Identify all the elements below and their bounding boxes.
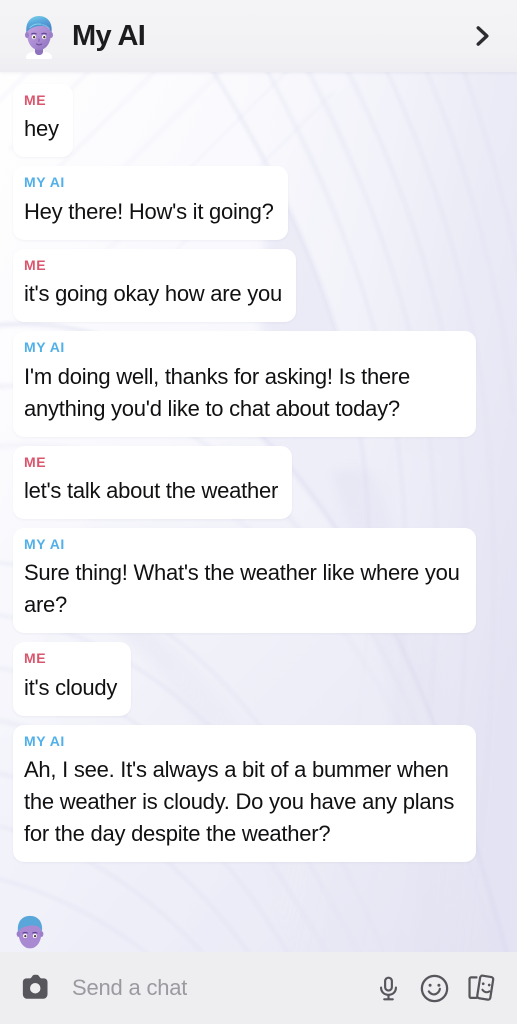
message-text: Ah, I see. It's always a bit of a bummer…: [24, 754, 462, 850]
message-bubble[interactable]: MY AI Ah, I see. It's always a bit of a b…: [13, 725, 476, 862]
message-sender-label: ME: [24, 651, 117, 666]
message-bubble[interactable]: MY AI I'm doing well, thanks for asking! …: [13, 331, 476, 436]
chat-message: MY AI Sure thing! What's the weather like…: [0, 528, 517, 642]
chat-message-list[interactable]: ME hey MY AI Hey there! How's it going? ME it…: [0, 72, 517, 952]
message-text: hey: [24, 113, 59, 145]
message-sender-label: MY AI: [24, 340, 462, 355]
message-sender-label: MY AI: [24, 537, 462, 552]
header-avatar[interactable]: [16, 13, 62, 59]
message-bubble[interactable]: ME hey: [13, 84, 73, 157]
message-text: Sure thing! What's the weather like wher…: [24, 557, 462, 621]
message-text: it's cloudy: [24, 672, 117, 704]
smiley-face-icon[interactable]: [411, 966, 457, 1010]
message-text: Hey there! How's it going?: [24, 196, 274, 228]
chat-input-placeholder: Send a chat: [72, 977, 187, 999]
chat-message: ME it's cloudy: [0, 642, 517, 724]
message-bubble[interactable]: ME it's cloudy: [13, 642, 131, 715]
message-sender-label: ME: [24, 93, 59, 108]
message-sender-label: ME: [24, 455, 278, 470]
message-sender-label: ME: [24, 258, 282, 273]
page-title: My AI: [72, 22, 465, 51]
snapchat-my-ai-chat-screen: My AI ME hey MY AI Hey there! How's it goin…: [0, 0, 517, 1024]
chat-message: ME hey: [0, 84, 517, 166]
message-text: let's talk about the weather: [24, 475, 278, 507]
chat-message: ME it's going okay how are you: [0, 249, 517, 331]
message-sender-label: MY AI: [24, 734, 462, 749]
sticker-cards-icon[interactable]: [457, 966, 503, 1010]
message-text: I'm doing well, thanks for asking! Is th…: [24, 361, 462, 425]
message-bubble[interactable]: MY AI Hey there! How's it going?: [13, 166, 288, 239]
search-input[interactable]: Send a chat: [56, 966, 365, 1010]
camera-icon[interactable]: [14, 967, 56, 1009]
message-bubble[interactable]: ME let's talk about the weather: [13, 446, 292, 519]
message-bubble[interactable]: ME it's going okay how are you: [13, 249, 296, 322]
chat-input-bar: Send a chat: [0, 952, 517, 1024]
chat-message: ME let's talk about the weather: [0, 446, 517, 528]
chevron-right-icon[interactable]: [465, 19, 499, 53]
message-text: it's going okay how are you: [24, 278, 282, 310]
chat-header: My AI: [0, 0, 517, 72]
chat-message: MY AI Ah, I see. It's always a bit of a b…: [0, 725, 517, 871]
microphone-icon[interactable]: [365, 966, 411, 1010]
chat-message: MY AI Hey there! How's it going?: [0, 166, 517, 248]
message-sender-label: MY AI: [24, 175, 274, 190]
chat-message: MY AI I'm doing well, thanks for asking! …: [0, 331, 517, 445]
message-bubble[interactable]: MY AI Sure thing! What's the weather like…: [13, 528, 476, 633]
